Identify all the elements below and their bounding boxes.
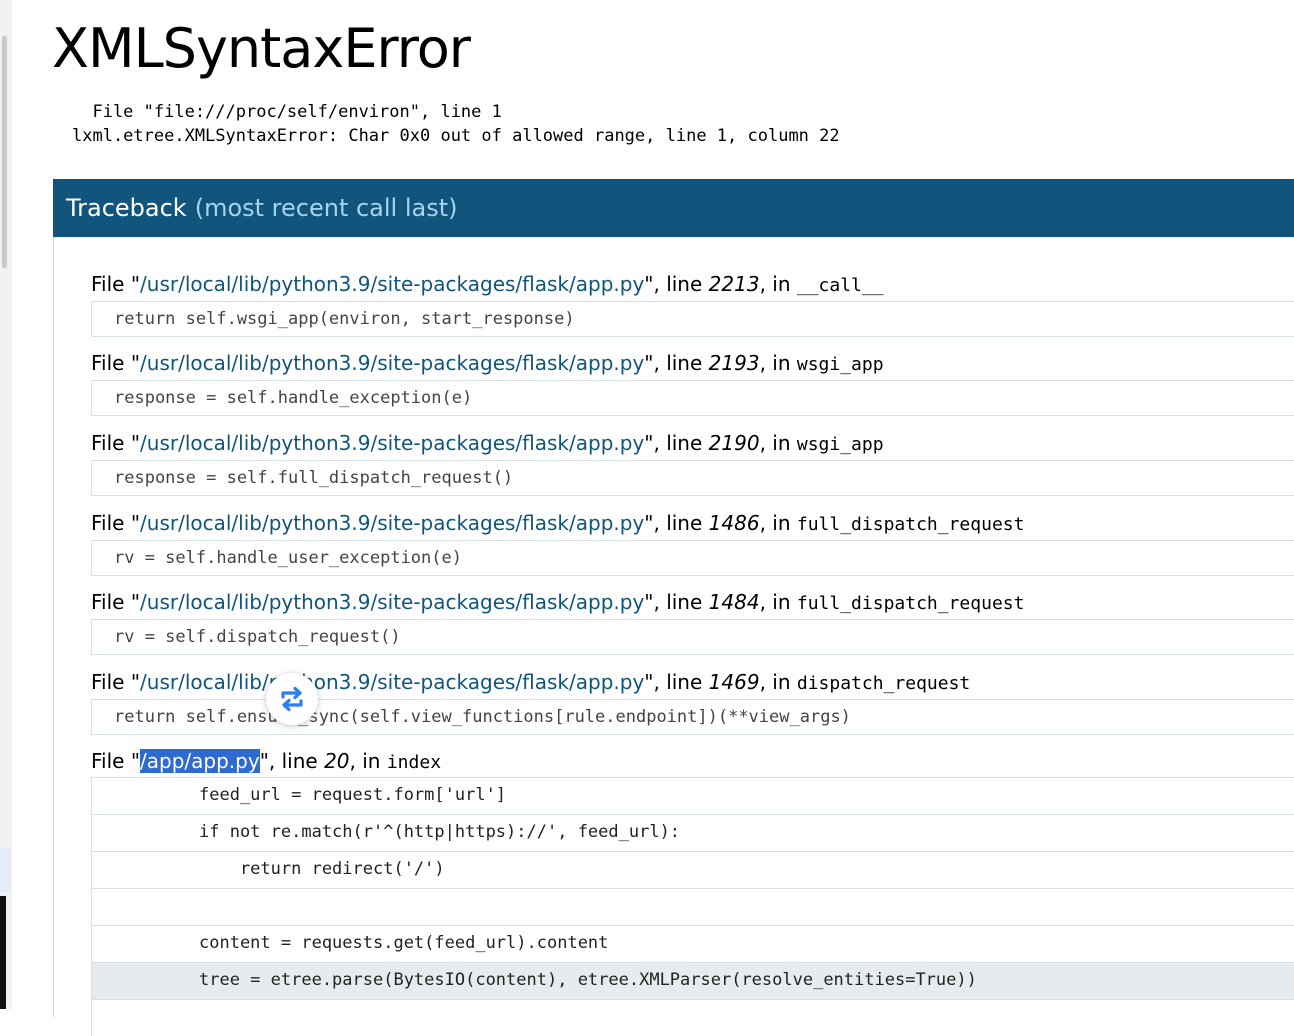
file-prefix: File "	[91, 351, 141, 375]
frame-code: response = self.handle_exception(e)	[114, 388, 473, 408]
frame-function: full_dispatch_request	[796, 514, 1025, 535]
frame-line-number: 2193	[708, 351, 760, 375]
frame-code: return self.ensure_sync(self.view_functi…	[114, 707, 851, 727]
frame-header: File "/usr/local/lib/python3.9/site-pack…	[91, 430, 884, 458]
frame-code-box[interactable]: rv = self.dispatch_request()	[91, 619, 1294, 655]
in-label: , in	[349, 749, 387, 773]
frame-code-box[interactable]: return self.wsgi_app(environ, start_resp…	[91, 301, 1294, 337]
frame-function: dispatch_request	[796, 673, 971, 694]
frame-code-box[interactable]: rv = self.handle_user_exception(e)	[91, 540, 1294, 576]
frame-header-current: File "/app/app.py", line 20, in index	[91, 748, 441, 776]
swap-arrows-icon	[281, 686, 303, 712]
traceback-heading: Traceback	[66, 194, 187, 222]
frame-line-number: 2213	[708, 272, 760, 296]
frame-header: File "/usr/local/lib/python3.9/site-pack…	[91, 271, 884, 299]
source-line[interactable]: content = requests.get(feed_url).content	[91, 925, 1294, 962]
frame-header: File "/usr/local/lib/python3.9/site-pack…	[91, 350, 884, 378]
file-prefix: File "	[91, 272, 141, 296]
page-title: XMLSyntaxError	[52, 17, 471, 80]
left-edge-panel	[0, 848, 10, 892]
in-label: , in	[759, 590, 797, 614]
frame-filename[interactable]: /usr/local/lib/python3.9/site-packages/f…	[140, 431, 644, 455]
frame-code-box[interactable]: response = self.full_dispatch_request()	[91, 460, 1294, 496]
in-label: , in	[759, 272, 797, 296]
file-prefix: File "	[91, 749, 141, 773]
frame-line-number: 2190	[708, 431, 760, 455]
source-line[interactable]	[91, 888, 1294, 925]
frame-line-number: 1484	[708, 590, 760, 614]
frame-line-number: 20	[324, 749, 350, 773]
line-label: ", line	[644, 431, 709, 455]
frame-filename[interactable]: /usr/local/lib/python3.9/site-packages/f…	[140, 511, 644, 535]
frame-line-number: 1486	[708, 511, 760, 535]
left-edge-dark-panel	[0, 896, 6, 1009]
frame-function: full_dispatch_request	[796, 593, 1025, 614]
in-label: , in	[759, 670, 797, 694]
source-line[interactable]	[91, 999, 1294, 1036]
frame-filename[interactable]: /usr/local/lib/python3.9/site-packages/f…	[140, 670, 644, 694]
floating-translate-button[interactable]	[266, 673, 318, 725]
file-prefix: File "	[91, 590, 141, 614]
line-label: ", line	[644, 272, 709, 296]
in-label: , in	[759, 431, 797, 455]
line-label: ", line	[644, 590, 709, 614]
summary-file-line: File "file:///proc/self/environ", line 1	[72, 102, 502, 122]
frame-line-number: 1469	[708, 670, 760, 694]
frame-code: rv = self.dispatch_request()	[114, 627, 401, 647]
frame-code-box[interactable]: response = self.handle_exception(e)	[91, 380, 1294, 416]
frame-code: response = self.full_dispatch_request()	[114, 468, 514, 488]
frame-filename[interactable]: /usr/local/lib/python3.9/site-packages/f…	[140, 272, 644, 296]
frame-code: rv = self.handle_user_exception(e)	[114, 548, 462, 568]
error-summary: File "file:///proc/self/environ", line 1…	[72, 100, 840, 148]
file-prefix: File "	[91, 670, 141, 694]
summary-error-line: lxml.etree.XMLSyntaxError: Char 0x0 out …	[72, 126, 840, 146]
source-line-current[interactable]: tree = etree.parse(BytesIO(content), etr…	[91, 962, 1294, 999]
frame-function: index	[386, 752, 442, 773]
frame-header: File "/usr/local/lib/python3.9/site-pack…	[91, 669, 970, 697]
line-label: ", line	[644, 670, 709, 694]
frame-header: File "/usr/local/lib/python3.9/site-pack…	[91, 589, 1024, 617]
source-text: feed_url = request.form['url']	[199, 785, 507, 805]
source-text: content = requests.get(feed_url).content	[199, 933, 609, 953]
source-line[interactable]: if not re.match(r'^(http|https)://', fee…	[91, 814, 1294, 851]
source-text: tree = etree.parse(BytesIO(content), etr…	[199, 970, 977, 990]
frame-filename[interactable]: /usr/local/lib/python3.9/site-packages/f…	[140, 590, 644, 614]
frame-filename-selected[interactable]: /app/app.py	[140, 749, 260, 773]
frame-filename[interactable]: /usr/local/lib/python3.9/site-packages/f…	[140, 351, 644, 375]
left-scrollbar-thumb[interactable]	[2, 36, 7, 268]
frame-function: wsgi_app	[796, 434, 884, 455]
traceback-heading-sub: (most recent call last)	[194, 194, 458, 222]
source-text: if not re.match(r'^(http|https)://', fee…	[199, 822, 681, 842]
source-text: return redirect('/')	[199, 859, 445, 879]
line-label: ", line	[644, 511, 709, 535]
traceback-header: Traceback (most recent call last)	[53, 179, 1294, 237]
line-label: ", line	[644, 351, 709, 375]
source-line[interactable]: feed_url = request.form['url']	[91, 777, 1294, 814]
in-label: , in	[759, 351, 797, 375]
in-label: , in	[759, 511, 797, 535]
file-prefix: File "	[91, 431, 141, 455]
frame-header: File "/usr/local/lib/python3.9/site-pack…	[91, 510, 1024, 538]
line-label: ", line	[259, 749, 325, 773]
file-prefix: File "	[91, 511, 141, 535]
frame-code: return self.wsgi_app(environ, start_resp…	[114, 309, 575, 329]
frame-function: __call__	[796, 275, 884, 296]
source-line[interactable]: return redirect('/')	[91, 851, 1294, 888]
frame-function: wsgi_app	[796, 354, 884, 375]
